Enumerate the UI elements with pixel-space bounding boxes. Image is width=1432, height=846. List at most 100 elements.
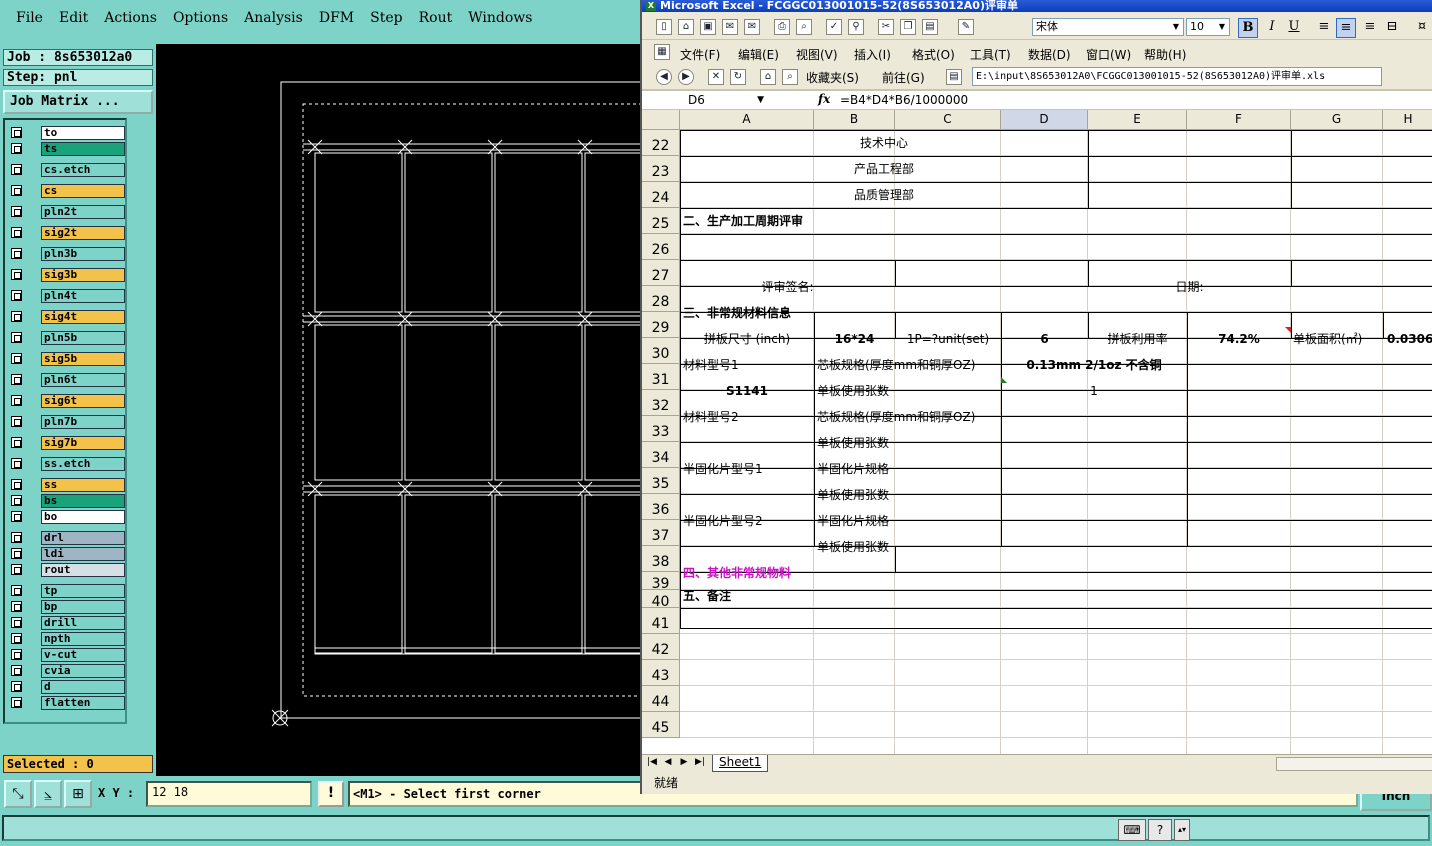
menu-step[interactable]: Step xyxy=(370,10,402,26)
cell-r29_a[interactable]: 拼板尺寸 (inch) xyxy=(680,332,814,346)
layer-row-sig5b[interactable]: sig5b xyxy=(9,352,127,366)
back-icon[interactable]: ◀ xyxy=(656,69,672,85)
layer-name[interactable]: npth xyxy=(41,632,125,646)
layer-checkbox[interactable] xyxy=(11,395,22,406)
menu-file[interactable]: File xyxy=(16,10,43,26)
layer-checkbox[interactable] xyxy=(11,416,22,427)
layer-row-v-cut[interactable]: v-cut xyxy=(9,648,127,662)
layer-name[interactable]: pln2t xyxy=(41,205,125,219)
layer-checkbox[interactable] xyxy=(11,649,22,660)
layer-name[interactable]: pln7b xyxy=(41,415,125,429)
layer-row-pln7b[interactable]: pln7b xyxy=(9,415,127,429)
row-header-27[interactable]: 27 xyxy=(642,260,680,286)
unit-button[interactable]: Inch xyxy=(1360,791,1432,811)
layer-checkbox[interactable] xyxy=(11,206,22,217)
row-header-36[interactable]: 36 xyxy=(642,494,680,520)
layer-name[interactable]: cs.etch xyxy=(41,163,125,177)
layer-name[interactable]: sig3b xyxy=(41,268,125,282)
layer-checkbox[interactable] xyxy=(11,458,22,469)
last-sheet-icon[interactable]: ▶| xyxy=(694,757,706,767)
cell-r36_b[interactable]: 半固化片规格 xyxy=(817,514,889,528)
zoom-area-icon[interactable]: ⤡ xyxy=(4,780,32,808)
layer-checkbox[interactable] xyxy=(11,511,22,522)
layer-checkbox[interactable] xyxy=(11,532,22,543)
layer-row-sig7b[interactable]: sig7b xyxy=(9,436,127,450)
cell-r33_b[interactable]: 单板使用张数 xyxy=(817,436,889,450)
column-header-c[interactable]: C xyxy=(895,110,1001,130)
layer-checkbox[interactable] xyxy=(11,248,22,259)
layer-name[interactable]: sig2t xyxy=(41,226,125,240)
address-field[interactable]: E:\input\8S653012A0\FCGGC013001015-52(8S… xyxy=(972,67,1382,86)
row-header-23[interactable]: 23 xyxy=(642,156,680,182)
excel-menu-item[interactable]: 工具(T) xyxy=(970,46,1011,63)
format-painter-icon[interactable]: ✎ xyxy=(958,19,974,35)
layer-checkbox[interactable] xyxy=(11,143,22,154)
layer-checkbox[interactable] xyxy=(11,585,22,596)
cell-r30_a[interactable]: 材料型号1 xyxy=(683,358,739,372)
cell-r25_a[interactable]: 二、生产加工周期评审 xyxy=(683,214,803,228)
excel-menu-item[interactable]: 格式(O) xyxy=(912,46,955,63)
fx-icon[interactable]: fx xyxy=(818,92,830,106)
layer-row-ldi[interactable]: ldi xyxy=(9,547,127,561)
layer-row-rout[interactable]: rout xyxy=(9,563,127,577)
bold-button[interactable]: B xyxy=(1238,18,1258,38)
row-header-39[interactable]: 39 xyxy=(642,572,680,592)
layer-row-sig2t[interactable]: sig2t xyxy=(9,226,127,240)
job-matrix-button[interactable]: Job Matrix ... xyxy=(3,90,153,114)
horizontal-scrollbar[interactable] xyxy=(1276,757,1432,771)
open-icon[interactable]: ⌂ xyxy=(678,19,694,35)
select-all-corner[interactable] xyxy=(642,110,680,130)
menu-options[interactable]: Options xyxy=(173,10,228,26)
layer-checkbox[interactable] xyxy=(11,564,22,575)
row-header-42[interactable]: 42 xyxy=(642,634,680,660)
row-header-44[interactable]: 44 xyxy=(642,686,680,712)
cell-r30_b[interactable]: 芯板规格(厚度mm和铜厚OZ) xyxy=(817,358,975,372)
cell-r34_a[interactable]: 半固化片型号1 xyxy=(683,462,763,476)
currency-icon[interactable]: ¤ xyxy=(1412,18,1432,38)
layer-row-drl[interactable]: drl xyxy=(9,531,127,545)
row-header-38[interactable]: 38 xyxy=(642,546,680,572)
cell-r30_d[interactable]: 0.13mm 2/1oz 不含铜 xyxy=(1001,358,1187,372)
layer-name[interactable]: bo xyxy=(41,510,125,524)
menu-windows[interactable]: Windows xyxy=(468,10,532,26)
layer-row-npth[interactable]: npth xyxy=(9,632,127,646)
row-header-32[interactable]: 32 xyxy=(642,390,680,416)
cell-r27_a[interactable]: 评审签名: xyxy=(680,280,895,294)
row-header-33[interactable]: 33 xyxy=(642,416,680,442)
cell-r38_a[interactable]: 四、其他非常规物料 xyxy=(683,566,791,580)
keyboard-icon[interactable]: ⌨ xyxy=(1118,819,1146,841)
cell-r34_b[interactable]: 半固化片规格 xyxy=(817,462,889,476)
layer-checkbox[interactable] xyxy=(11,311,22,322)
layer-row-pln5b[interactable]: pln5b xyxy=(9,331,127,345)
layer-checkbox[interactable] xyxy=(11,617,22,628)
align-right-icon[interactable]: ≡ xyxy=(1360,18,1380,38)
layer-name[interactable]: sig5b xyxy=(41,352,125,366)
layer-checkbox[interactable] xyxy=(11,665,22,676)
layer-name[interactable]: cvia xyxy=(41,664,125,678)
row-header-28[interactable]: 28 xyxy=(642,286,680,312)
layer-checkbox[interactable] xyxy=(11,697,22,708)
layer-row-sig4t[interactable]: sig4t xyxy=(9,310,127,324)
paste-icon[interactable]: ▤ xyxy=(922,19,938,35)
cell-r29_e[interactable]: 拼板利用率 xyxy=(1088,332,1187,346)
show-web-toolbar-icon[interactable]: ▤ xyxy=(946,69,962,85)
cell-r39_a[interactable]: 五、备注 xyxy=(683,589,731,603)
layer-checkbox[interactable] xyxy=(11,290,22,301)
cell-r32_b[interactable]: 芯板规格(厚度mm和铜厚OZ) xyxy=(817,410,975,424)
cell-r29_d[interactable]: 6 xyxy=(1001,332,1088,346)
cell-r29_f[interactable]: 74.2% xyxy=(1187,332,1291,346)
column-header-g[interactable]: G xyxy=(1291,110,1383,130)
layer-row-tp[interactable]: tp xyxy=(9,584,127,598)
merge-center-icon[interactable]: ⊟ xyxy=(1382,18,1402,38)
row-header-31[interactable]: 31 xyxy=(642,364,680,390)
row-header-24[interactable]: 24 xyxy=(642,182,680,208)
layer-checkbox[interactable] xyxy=(11,633,22,644)
name-box[interactable]: D6 ▼ xyxy=(644,92,768,109)
excel-menu-item[interactable]: 帮助(H) xyxy=(1144,46,1186,63)
prev-sheet-icon[interactable]: ◀ xyxy=(662,757,674,767)
layer-row-cvia[interactable]: cvia xyxy=(9,664,127,678)
layer-row-cs[interactable]: cs xyxy=(9,184,127,198)
save-icon[interactable]: ▣ xyxy=(700,19,716,35)
layer-name[interactable]: drl xyxy=(41,531,125,545)
layer-row-ts[interactable]: ts xyxy=(9,142,127,156)
